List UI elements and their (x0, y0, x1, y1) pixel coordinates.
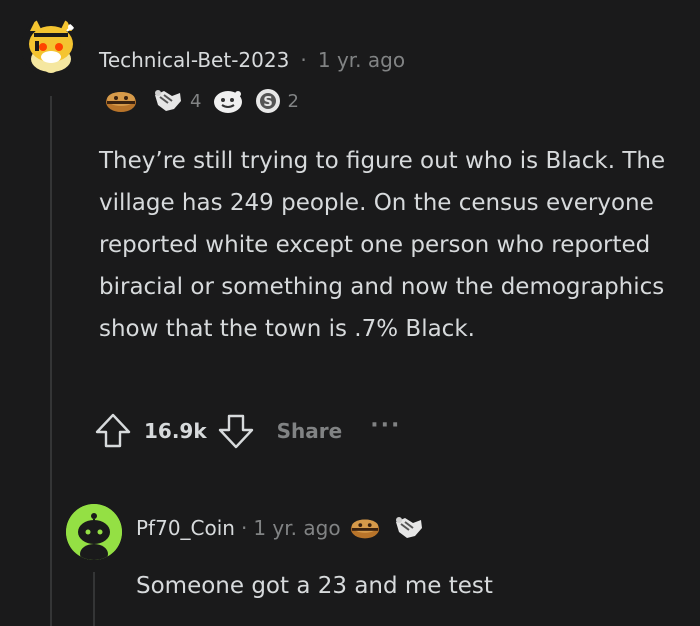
thread-line-main[interactable] (50, 96, 52, 626)
reply-timestamp[interactable]: 1 yr. ago (253, 516, 340, 540)
user-avatar[interactable] (21, 17, 81, 77)
upvote-arrow-icon[interactable] (94, 412, 132, 450)
meta-separator: · (300, 48, 307, 72)
reply-body: Someone got a 23 and me test (136, 573, 493, 599)
comment-username[interactable]: Technical-Bet-2023 (99, 48, 289, 72)
comment-body: They’re still trying to figure out who i… (99, 148, 666, 342)
downvote-arrow-icon[interactable] (217, 412, 255, 450)
reply-bread-award-icon[interactable] (349, 515, 381, 541)
silver-award-count: 2 (287, 90, 299, 112)
reply-handshake-award-icon[interactable] (393, 514, 425, 542)
bread-award-icon (106, 92, 136, 112)
reply-username[interactable]: Pf70_Coin (136, 516, 235, 540)
avatar-illustration (21, 17, 81, 77)
reply-meta-separator: · (240, 516, 248, 540)
share-button[interactable]: Share (277, 419, 343, 443)
svg-text:S: S (264, 95, 273, 110)
reply-avatar-illustration (66, 504, 122, 560)
wholesome-award-icon (214, 91, 243, 113)
awards-row[interactable]: 4 S 2 (104, 86, 299, 116)
handshake-award-count: 4 (190, 90, 202, 112)
reply-user-avatar[interactable] (66, 504, 122, 560)
comment-action-bar: 16.9k Share ··· (94, 412, 401, 450)
vote-score: 16.9k (144, 419, 207, 443)
handshake-award-icon (155, 90, 181, 111)
thread-line-reply[interactable] (93, 572, 95, 626)
more-options-button[interactable]: ··· (370, 413, 401, 438)
comment-timestamp[interactable]: 1 yr. ago (318, 48, 405, 72)
silver-coin-award-icon: S (256, 89, 281, 113)
